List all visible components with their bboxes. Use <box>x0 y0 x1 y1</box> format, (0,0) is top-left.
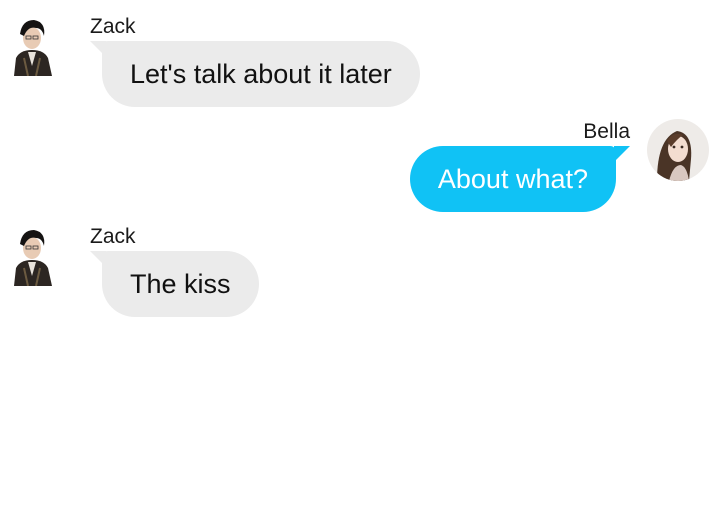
avatar-zack[interactable] <box>6 224 58 286</box>
sender-name: Bella <box>583 120 630 143</box>
message-bubble-incoming[interactable]: The kiss <box>102 251 259 317</box>
sender-name: Zack <box>90 15 136 38</box>
avatar-bella-image <box>647 119 709 181</box>
avatar-zack[interactable] <box>6 14 58 76</box>
avatar-bella[interactable] <box>647 119 709 181</box>
sender-name: Zack <box>90 225 136 248</box>
message-bubble-incoming[interactable]: Let's talk about it later <box>102 41 420 107</box>
message-text: The kiss <box>130 268 231 299</box>
bubble-tail <box>614 146 630 162</box>
message-text: Let's talk about it later <box>130 58 392 89</box>
avatar-zack-image <box>6 14 58 76</box>
avatar-zack-image <box>6 224 58 286</box>
message-text: About what? <box>437 163 588 194</box>
message-bubble-outgoing[interactable]: About what? <box>409 146 616 212</box>
chat-thread: Zack Let's talk about it later Bella Abo… <box>0 0 719 520</box>
